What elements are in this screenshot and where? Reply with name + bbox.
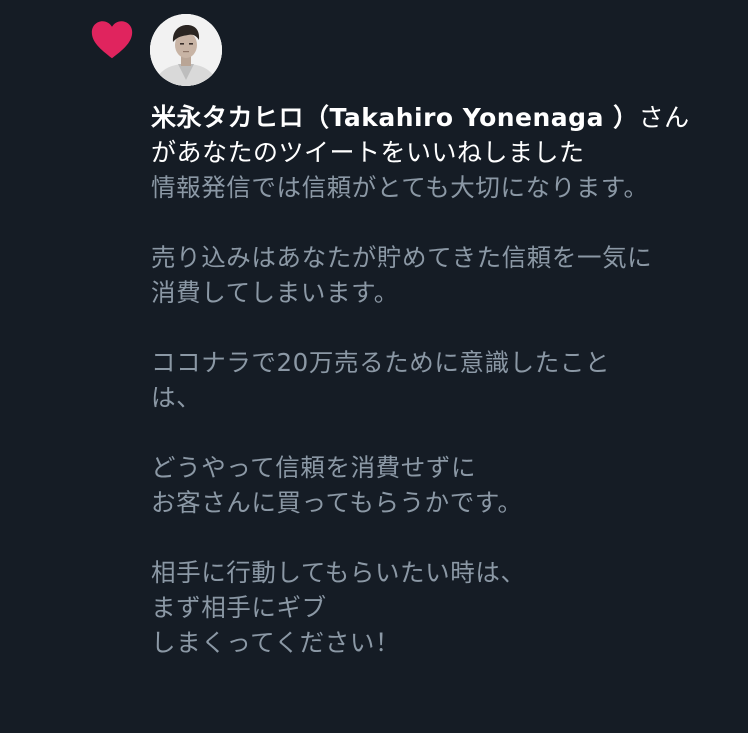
- avatar[interactable]: [150, 14, 222, 86]
- tweet-line: 情報発信では信頼がとても大切になります。: [151, 173, 649, 202]
- tweet-line: [151, 520, 741, 555]
- notification-headline: 米永タカヒロ（Takahiro Yonenaga ）さん があなたのツイートをい…: [151, 100, 741, 170]
- tweet-line: お客さんに買ってもらうかです。: [151, 488, 523, 517]
- tweet-line: [151, 415, 741, 450]
- tweet-line: 相手に行動してもらいたい時は、: [151, 558, 526, 587]
- tweet-line: 消費してしまいます。: [151, 278, 399, 307]
- tweet-line: [151, 310, 741, 345]
- tweet-line: どうやって信頼を消費せずに: [151, 453, 477, 482]
- avatar-photo-icon: [150, 14, 222, 86]
- tweet-line: は、: [151, 383, 202, 412]
- honorific-suffix: さん: [638, 103, 690, 132]
- tweet-line: 売り込みはあなたが貯めてきた信頼を一気に: [151, 243, 653, 272]
- user-display-name[interactable]: 米永タカヒロ（Takahiro Yonenaga ）: [151, 103, 639, 132]
- tweet-line: しまくってください！: [151, 628, 401, 657]
- notification-body: 米永タカヒロ（Takahiro Yonenaga ）さん があなたのツイートをい…: [151, 100, 741, 660]
- tweet-line: [151, 205, 741, 240]
- tweet-line: ココナラで20万売るために意識したこと: [151, 348, 611, 377]
- heart-icon: [91, 21, 133, 59]
- like-notification[interactable]: 米永タカヒロ（Takahiro Yonenaga ）さん があなたのツイートをい…: [0, 0, 748, 733]
- action-text: があなたのツイートをいいねしました: [151, 138, 585, 167]
- liked-tweet-text[interactable]: 情報発信では信頼がとても大切になります。 売り込みはあなたが貯めてきた信頼を一気…: [151, 170, 741, 660]
- tweet-line: まず相手にギブ: [151, 593, 327, 622]
